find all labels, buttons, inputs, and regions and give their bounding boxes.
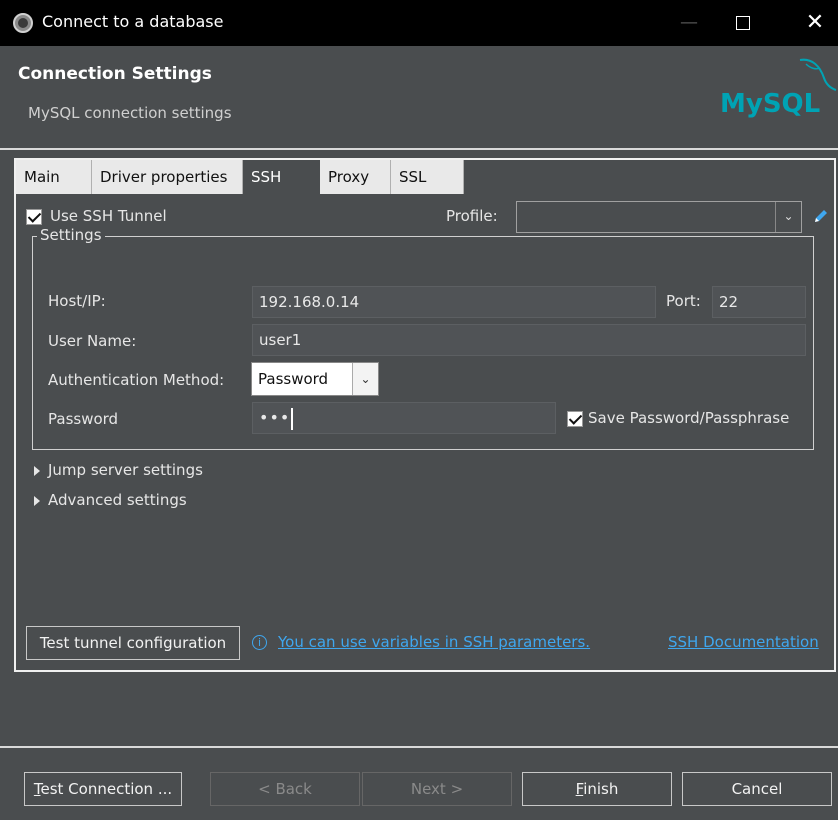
save-password-checkbox[interactable] [567,411,583,427]
info-icon: i [252,635,267,650]
header-separator [0,148,838,150]
host-label: Host/IP: [48,292,106,310]
app-icon [13,13,33,33]
maximize-button[interactable] [720,0,766,46]
user-name-label: User Name: [48,332,137,350]
header-title: Connection Settings [18,64,212,84]
finish-button[interactable]: Finish [522,772,672,806]
password-label: Password [48,410,119,428]
user-name-input[interactable]: user1 [252,324,806,356]
auth-method-label: Authentication Method: [48,371,225,389]
port-label: Port: [666,292,701,310]
test-tunnel-button[interactable]: Test tunnel configuration [26,626,240,660]
tab-ssl[interactable]: SSL [391,160,464,194]
ssh-documentation-link[interactable]: SSH Documentation [668,633,819,651]
tab-proxy[interactable]: Proxy [320,160,391,194]
close-button[interactable]: ✕ [792,0,838,46]
finish-label: inish [583,780,619,798]
tab-main[interactable]: Main [16,160,92,194]
minimize-button[interactable]: — [666,0,712,46]
jump-server-label: Jump server settings [48,461,203,479]
cancel-button[interactable]: Cancel [682,772,832,806]
edit-profile-icon[interactable] [811,206,831,226]
use-ssh-tunnel-label: Use SSH Tunnel [50,207,167,225]
ssh-variables-link[interactable]: You can use variables in SSH parameters. [278,633,590,651]
password-input[interactable]: ••• [252,402,556,434]
expand-arrow-icon [34,465,40,476]
save-password-label: Save Password/Passphrase [588,409,790,427]
mysql-logo: MySQL [720,58,837,119]
dialog-header: Connection Settings MySQL connection set… [0,46,838,146]
footer-separator [0,746,838,748]
host-input[interactable]: 192.168.0.14 [252,286,656,318]
port-input[interactable]: 22 [712,286,806,318]
expand-arrow-icon [34,495,40,506]
advanced-settings-label: Advanced settings [48,491,187,509]
auth-method-select[interactable]: Password ⌄ [251,362,379,396]
test-connection-label: est Connection ... [40,780,173,798]
password-dots: ••• [259,408,291,427]
tab-ssh[interactable]: SSH [243,160,320,194]
use-ssh-tunnel-checkbox[interactable] [26,209,42,225]
chevron-down-icon[interactable]: ⌄ [775,202,801,232]
next-button[interactable]: Next > [362,772,512,806]
title-bar: Connect to a database — ✕ [0,0,838,46]
tab-driver-properties[interactable]: Driver properties [92,160,243,194]
header-subtitle: MySQL connection settings [28,104,232,122]
settings-legend: Settings [37,226,105,244]
ssh-settings-panel: Main Driver properties SSH Proxy SSL Use… [14,158,836,672]
maximize-icon [736,16,750,30]
auth-method-value: Password [258,370,329,388]
back-button[interactable]: < Back [210,772,360,806]
mysql-logo-text: MySQL [720,89,820,119]
text-caret [291,407,294,430]
chevron-down-icon[interactable]: ⌄ [352,363,378,395]
profile-select[interactable]: ⌄ [516,201,802,233]
jump-server-expander[interactable]: Jump server settings [34,461,203,479]
profile-label: Profile: [446,207,498,225]
advanced-settings-expander[interactable]: Advanced settings [34,491,187,509]
test-connection-button[interactable]: Test Connection ... [24,772,182,806]
window-title: Connect to a database [42,12,224,31]
